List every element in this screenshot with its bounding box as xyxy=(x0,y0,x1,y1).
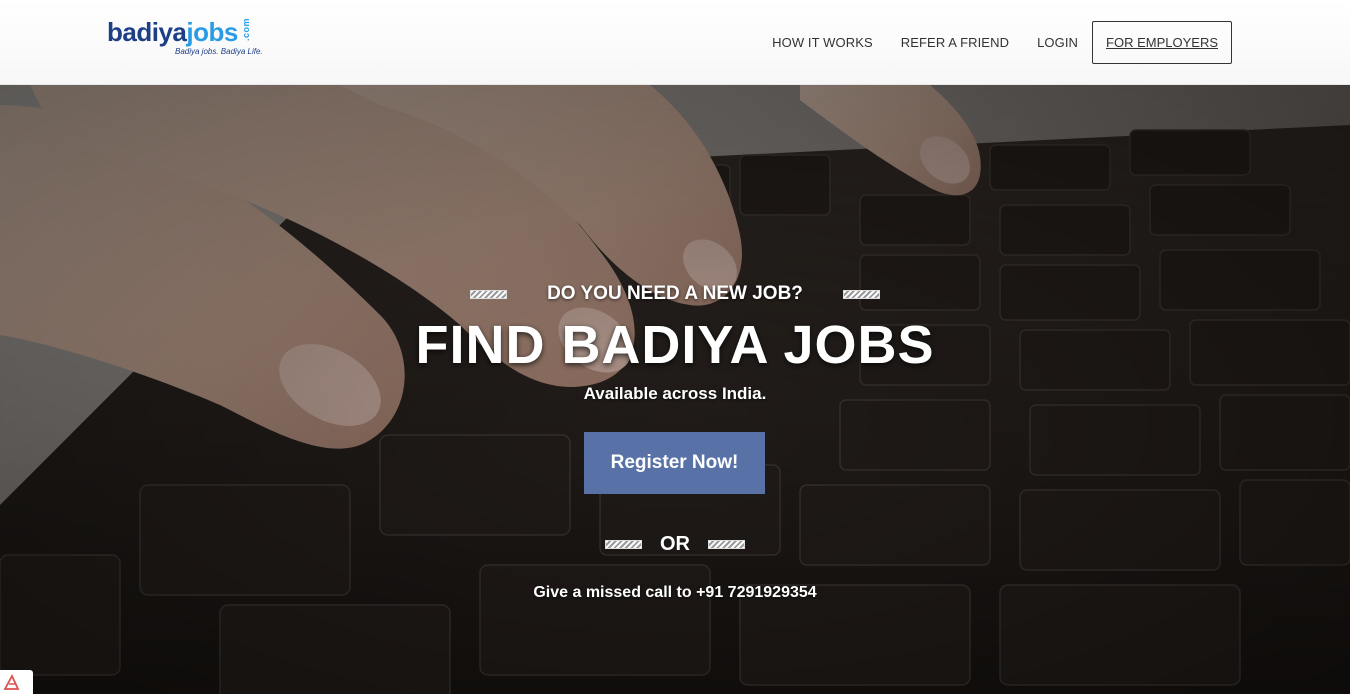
logo-wordmark: badiyajobs xyxy=(107,16,238,48)
hero-section: DO YOU NEED A NEW JOB? FIND BADIYA JOBS … xyxy=(0,85,1350,694)
nav-how-it-works[interactable]: HOW IT WORKS xyxy=(772,35,873,50)
or-divider: OR xyxy=(0,533,1350,556)
logo-tagline: Badiya jobs. Badiya Life. xyxy=(175,47,263,56)
hero-content: DO YOU NEED A NEW JOB? FIND BADIYA JOBS … xyxy=(0,85,1350,694)
pre-title-row: DO YOU NEED A NEW JOB? xyxy=(0,283,1350,305)
site-header: badiyajobs .com Badiya jobs. Badiya Life… xyxy=(0,0,1350,85)
stripe-decoration-or-left xyxy=(605,540,642,549)
logo-tld: .com xyxy=(241,18,251,42)
hero-subtitle: Available across India. xyxy=(583,384,767,403)
missed-call-text: Give a missed call to +91 7291929354 xyxy=(533,584,817,601)
stripe-decoration-right xyxy=(842,289,880,299)
logo-word-badiya: badiya xyxy=(107,17,187,47)
hero-title: FIND BADIYA JOBS xyxy=(415,315,935,375)
corner-widget[interactable] xyxy=(0,670,33,694)
register-now-button[interactable]: Register Now! xyxy=(584,432,765,494)
nav-login[interactable]: LOGIN xyxy=(1037,35,1078,50)
stripe-decoration-left xyxy=(470,289,508,299)
logo-word-jobs: jobs xyxy=(186,17,238,47)
or-label: OR xyxy=(660,533,690,555)
stripe-decoration-or-right xyxy=(708,540,745,549)
nav-refer-a-friend[interactable]: REFER A FRIEND xyxy=(901,35,1009,50)
main-nav: HOW IT WORKS REFER A FRIEND LOGIN FOR EM… xyxy=(744,0,1232,84)
widget-icon xyxy=(3,673,20,690)
for-employers-button[interactable]: FOR EMPLOYERS xyxy=(1092,20,1232,64)
hero-pre-title: DO YOU NEED A NEW JOB? xyxy=(547,283,803,304)
